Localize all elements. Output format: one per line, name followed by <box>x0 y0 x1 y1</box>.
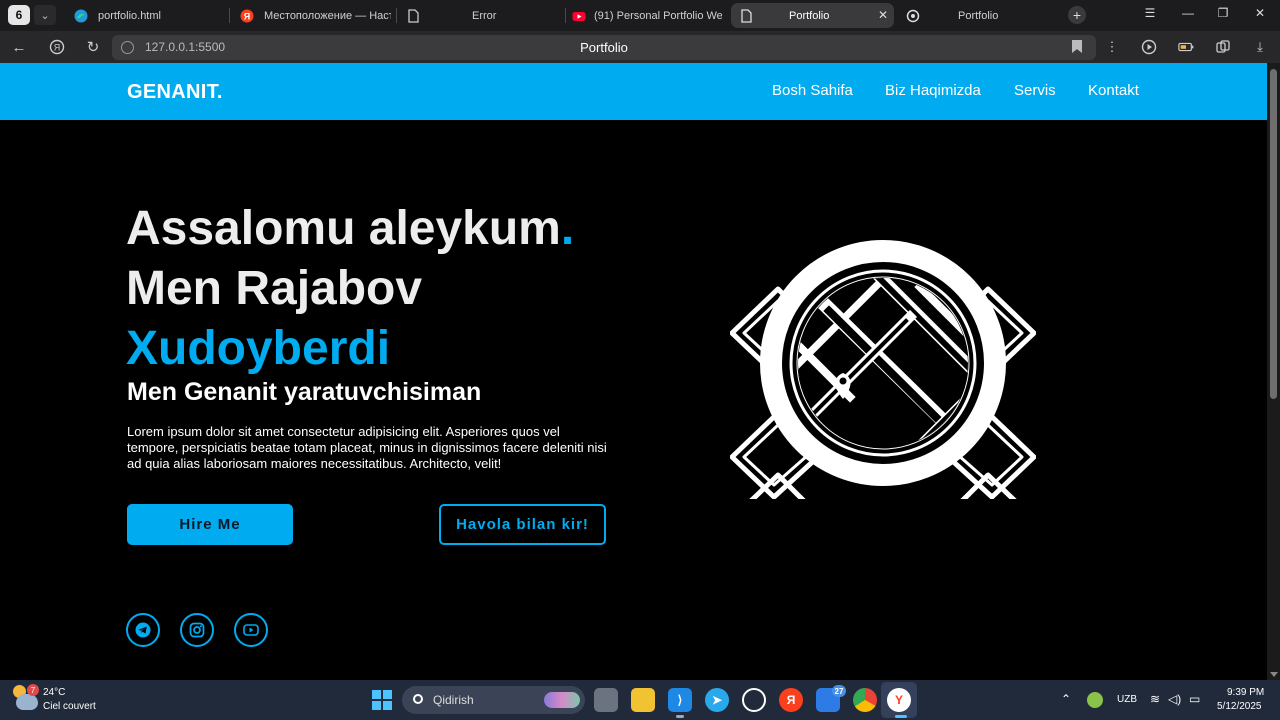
mail-unread-badge: 27 <box>832 685 846 697</box>
clock-time[interactable]: 9:39 PM <box>1227 687 1264 698</box>
tab-separator <box>565 8 566 23</box>
document-icon <box>408 8 419 23</box>
hero-greeting-text: Assalomu aleykum <box>126 202 561 255</box>
tab-portfolio-2[interactable]: Portfolio <box>900 3 1060 28</box>
tab-label: (91) Personal Portfolio We <box>594 9 722 22</box>
hero-name: Xudoyberdi <box>126 322 391 375</box>
site-header: GENANIT. Bosh Sahifa Biz Haqimizda Servi… <box>0 63 1267 120</box>
language-indicator[interactable]: UZB <box>1117 694 1137 705</box>
youtube-social-button[interactable] <box>234 613 268 647</box>
svg-text:Я: Я <box>54 43 61 53</box>
document-icon <box>741 8 752 23</box>
windows-start-icon[interactable] <box>372 690 392 710</box>
hero-intro: Men Rajabov <box>126 262 423 315</box>
chrome-icon[interactable] <box>853 688 877 712</box>
browser-running-indicator <box>895 715 907 718</box>
mail-app-icon[interactable]: 27 <box>816 685 846 712</box>
weather-temperature: 24°C <box>43 687 66 698</box>
genanit-emblem-logo <box>730 240 1036 499</box>
yandex-browser-icon[interactable]: Я <box>48 38 66 56</box>
restore-icon[interactable]: ❐ <box>1213 6 1233 20</box>
media-player-icon[interactable] <box>1141 39 1157 55</box>
volume-icon[interactable]: ◁) <box>1168 692 1181 706</box>
svg-text:Я: Я <box>244 11 250 21</box>
tab-list-dropdown[interactable]: ⌄ <box>34 5 56 25</box>
hero-greeting: Assalomu aleykum. <box>126 201 574 256</box>
yandex-browser-taskbar-icon[interactable]: Y <box>887 688 911 712</box>
tray-overflow-chevron-icon[interactable]: ⌃ <box>1061 692 1071 706</box>
close-tab-icon[interactable]: ✕ <box>878 8 888 22</box>
nav-link-services[interactable]: Servis <box>1014 82 1056 99</box>
wifi-icon[interactable]: ≋ <box>1150 692 1160 706</box>
telegram-social-button[interactable] <box>126 613 160 647</box>
tray-app-icon[interactable] <box>1087 692 1103 708</box>
battery-icon[interactable]: ▭ <box>1189 692 1200 706</box>
weather-description: Ciel couvert <box>43 701 96 712</box>
github-icon <box>906 9 920 22</box>
tab-label: portfolio.html <box>98 9 161 22</box>
tab-counter-button[interactable]: 6 <box>8 5 30 25</box>
address-bar: ← Я ↻ 127.0.0.1:5500 Portfolio ⋮ ⤓ <box>0 31 1280 63</box>
nav-link-contact[interactable]: Kontakt <box>1088 82 1139 99</box>
hire-me-button[interactable]: Hire Me <box>127 504 293 545</box>
nav-link-home[interactable]: Bosh Sahifa <box>772 82 853 99</box>
instagram-social-button[interactable] <box>180 613 214 647</box>
tab-portfolio-active[interactable]: Portfolio ✕ <box>731 3 894 28</box>
telegram-app-icon[interactable]: ➤ <box>705 688 729 712</box>
download-icon[interactable]: ⤓ <box>1252 39 1268 55</box>
yandex-app-icon[interactable]: Я <box>779 688 803 712</box>
close-window-icon[interactable]: ✕ <box>1250 6 1270 20</box>
more-options-icon[interactable]: ⋮ <box>1104 39 1120 55</box>
scroll-down-arrow[interactable] <box>1270 672 1278 677</box>
reload-icon[interactable]: ↻ <box>84 38 102 56</box>
edge-icon <box>74 9 88 22</box>
chatgpt-icon[interactable] <box>742 688 766 712</box>
cloud-icon <box>16 694 38 710</box>
tab-label: Portfolio <box>958 9 999 22</box>
collections-icon[interactable] <box>1215 39 1231 55</box>
hero-greeting-dot: . <box>560 202 575 255</box>
search-icon <box>413 694 423 704</box>
weather-notification-badge: 7 <box>27 684 39 696</box>
taskbar-search-box[interactable]: Qidirish <box>402 686 585 714</box>
tab-separator <box>396 8 397 23</box>
tab-label: Portfolio <box>789 9 830 22</box>
clock-date[interactable]: 5/12/2025 <box>1217 701 1262 712</box>
site-logo[interactable]: GENANIT. <box>127 81 223 104</box>
tab-error[interactable]: Error <box>402 3 562 28</box>
nav-link-about[interactable]: Biz Haqimizda <box>885 82 981 99</box>
yandex-icon: Я <box>240 9 254 22</box>
file-explorer-icon[interactable] <box>631 688 655 712</box>
tab-location-settings[interactable]: Я Местоположение — Наст <box>236 3 391 28</box>
visit-link-button[interactable]: Havola bilan kir! <box>439 504 606 545</box>
telegram-icon <box>135 622 151 638</box>
browser-tab-strip: 6 ⌄ portfolio.html Я Местоположение — На… <box>0 0 1280 31</box>
task-view-icon[interactable] <box>594 688 618 712</box>
tab-label: Местоположение — Наст <box>264 9 391 22</box>
instagram-icon <box>189 622 205 638</box>
battery-saver-icon[interactable] <box>1178 39 1194 55</box>
youtube-icon <box>572 11 586 21</box>
minimize-icon[interactable]: — <box>1178 6 1198 20</box>
hero-subtitle: Men Genanit yaratuvchisiman <box>127 378 482 406</box>
page-title: Portfolio <box>580 40 628 55</box>
search-highlight-image <box>544 692 580 708</box>
new-tab-button[interactable]: + <box>1068 6 1086 24</box>
page-scrollbar[interactable] <box>1267 63 1280 680</box>
vscode-running-indicator <box>676 715 684 718</box>
omnibox[interactable]: 127.0.0.1:5500 Portfolio <box>112 35 1096 60</box>
tab-separator <box>229 8 230 23</box>
taskbar-search-placeholder: Qidirish <box>433 693 474 707</box>
scrollbar-thumb[interactable] <box>1270 69 1277 399</box>
youtube-icon <box>243 624 259 636</box>
hero-description: Lorem ipsum dolor sit amet consectetur a… <box>127 424 607 471</box>
back-arrow-icon[interactable]: ← <box>10 38 28 56</box>
page-viewport: GENANIT. Bosh Sahifa Biz Haqimizda Servi… <box>0 63 1267 680</box>
tab-portfolio-html[interactable]: portfolio.html <box>70 3 225 28</box>
menu-icon[interactable]: ☰ <box>1140 6 1160 20</box>
windows-taskbar: 7 24°C Ciel couvert Qidirish ⟩ ➤ Я 27 Y … <box>0 680 1280 720</box>
tab-label: Error <box>472 9 497 22</box>
vscode-icon[interactable]: ⟩ <box>668 688 692 712</box>
tab-youtube[interactable]: (91) Personal Portfolio We <box>570 3 722 28</box>
